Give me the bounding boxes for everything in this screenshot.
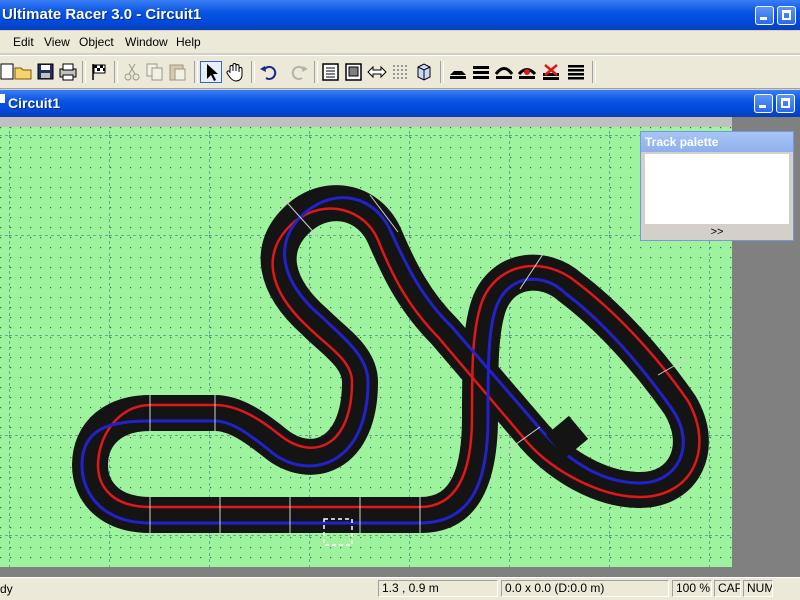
paste-icon — [169, 64, 186, 81]
track-palette-title: Track palette — [645, 135, 719, 149]
menu-bar: Edit View Object Window Help — [0, 31, 800, 53]
menu-window[interactable]: Window — [125, 35, 168, 49]
document-minimize-button[interactable] — [754, 94, 773, 113]
race-button[interactable] — [88, 61, 110, 83]
status-bar: dy 1.3 , 0.9 m 0.0 x 0.0 (D:0.0 m) 100 %… — [0, 577, 800, 600]
status-message: dy — [0, 582, 13, 596]
section-crossing-button[interactable] — [516, 61, 538, 83]
section-multi-button[interactable] — [565, 61, 587, 83]
paste-button[interactable] — [167, 61, 189, 83]
canvas-top-edge — [0, 117, 732, 127]
race-flag-icon — [92, 64, 106, 80]
section-double-icon — [473, 66, 489, 79]
toolbar-separator — [114, 61, 118, 83]
maximize-icon — [781, 98, 790, 108]
document-title-bar[interactable]: Circuit1 — [0, 90, 800, 117]
cut-icon — [124, 63, 140, 81]
section-straight-icon — [450, 71, 466, 79]
select-tool-button[interactable] — [200, 61, 222, 83]
minimize-icon — [760, 10, 769, 20]
section-delete-icon — [543, 64, 559, 80]
save-icon — [37, 63, 54, 80]
open-button[interactable] — [13, 61, 35, 83]
status-coordinates: 1.3 , 0.9 m — [378, 580, 498, 597]
section-double-button[interactable] — [470, 61, 492, 83]
minimize-button[interactable] — [755, 6, 774, 25]
resize-button[interactable] — [366, 61, 388, 83]
section-multi-icon — [568, 65, 584, 80]
toolbar-separator — [194, 61, 198, 83]
menu-view[interactable]: View — [44, 35, 70, 49]
undo-button[interactable] — [258, 61, 280, 83]
toolbar — [0, 55, 800, 89]
maximize-icon — [782, 10, 791, 20]
section-delete-button[interactable] — [540, 61, 562, 83]
grid-icon — [393, 65, 407, 79]
select-pointer-icon — [207, 64, 218, 81]
menu-edit[interactable]: Edit — [13, 35, 34, 49]
track-palette-title-bar[interactable]: Track palette — [641, 132, 793, 152]
open-icon — [14, 67, 32, 80]
view-layout-button[interactable] — [343, 61, 365, 83]
status-selection-size: 0.0 x 0.0 (D:0.0 m) — [501, 580, 669, 597]
pan-hand-icon — [226, 63, 243, 82]
track-drawing[interactable] — [0, 127, 732, 567]
cut-button[interactable] — [121, 61, 143, 83]
copy-icon — [146, 63, 163, 81]
status-num-lock: NUM — [743, 580, 773, 597]
minimize-icon — [759, 98, 768, 108]
section-curve-button[interactable] — [493, 61, 515, 83]
view-layout-icon — [345, 63, 362, 81]
view-track-icon — [322, 63, 339, 81]
toolbar-separator — [314, 61, 318, 83]
status-zoom: 100 % — [672, 580, 712, 597]
track-canvas[interactable] — [0, 127, 732, 567]
toolbar-separator — [592, 61, 596, 83]
print-icon — [59, 63, 77, 81]
redo-button[interactable] — [288, 61, 310, 83]
toolbar-separator — [440, 61, 444, 83]
section-curve-icon — [494, 67, 514, 79]
3d-icon — [417, 63, 431, 81]
grid-button[interactable] — [389, 61, 411, 83]
document-maximize-button[interactable] — [776, 94, 795, 113]
toolbar-separator — [251, 61, 255, 83]
section-crossing-icon — [517, 68, 537, 79]
app-title-bar[interactable]: Ultimate Racer 3.0 - Circuit1 — [0, 0, 800, 30]
menu-help[interactable]: Help — [176, 35, 201, 49]
track-palette-content[interactable] — [645, 154, 789, 224]
section-straight-button[interactable] — [447, 61, 469, 83]
pan-tool-button[interactable] — [224, 61, 246, 83]
save-button[interactable] — [35, 61, 57, 83]
document-icon — [0, 94, 5, 103]
resize-icon — [367, 65, 387, 79]
toolbar-separator — [82, 61, 86, 83]
redo-icon — [291, 65, 308, 80]
document-title: Circuit1 — [8, 95, 61, 111]
track-palette-expand-button[interactable]: >> — [645, 226, 789, 238]
print-button[interactable] — [57, 61, 79, 83]
maximize-button[interactable] — [777, 6, 796, 25]
track-palette-panel[interactable]: Track palette >> — [640, 131, 794, 241]
copy-button[interactable] — [144, 61, 166, 83]
undo-icon — [260, 65, 277, 80]
app-title: Ultimate Racer 3.0 - Circuit1 — [2, 6, 202, 23]
menu-object[interactable]: Object — [79, 35, 114, 49]
3d-view-button[interactable] — [413, 61, 435, 83]
status-caps-lock: CAP — [714, 580, 741, 597]
view-track-button[interactable] — [320, 61, 342, 83]
